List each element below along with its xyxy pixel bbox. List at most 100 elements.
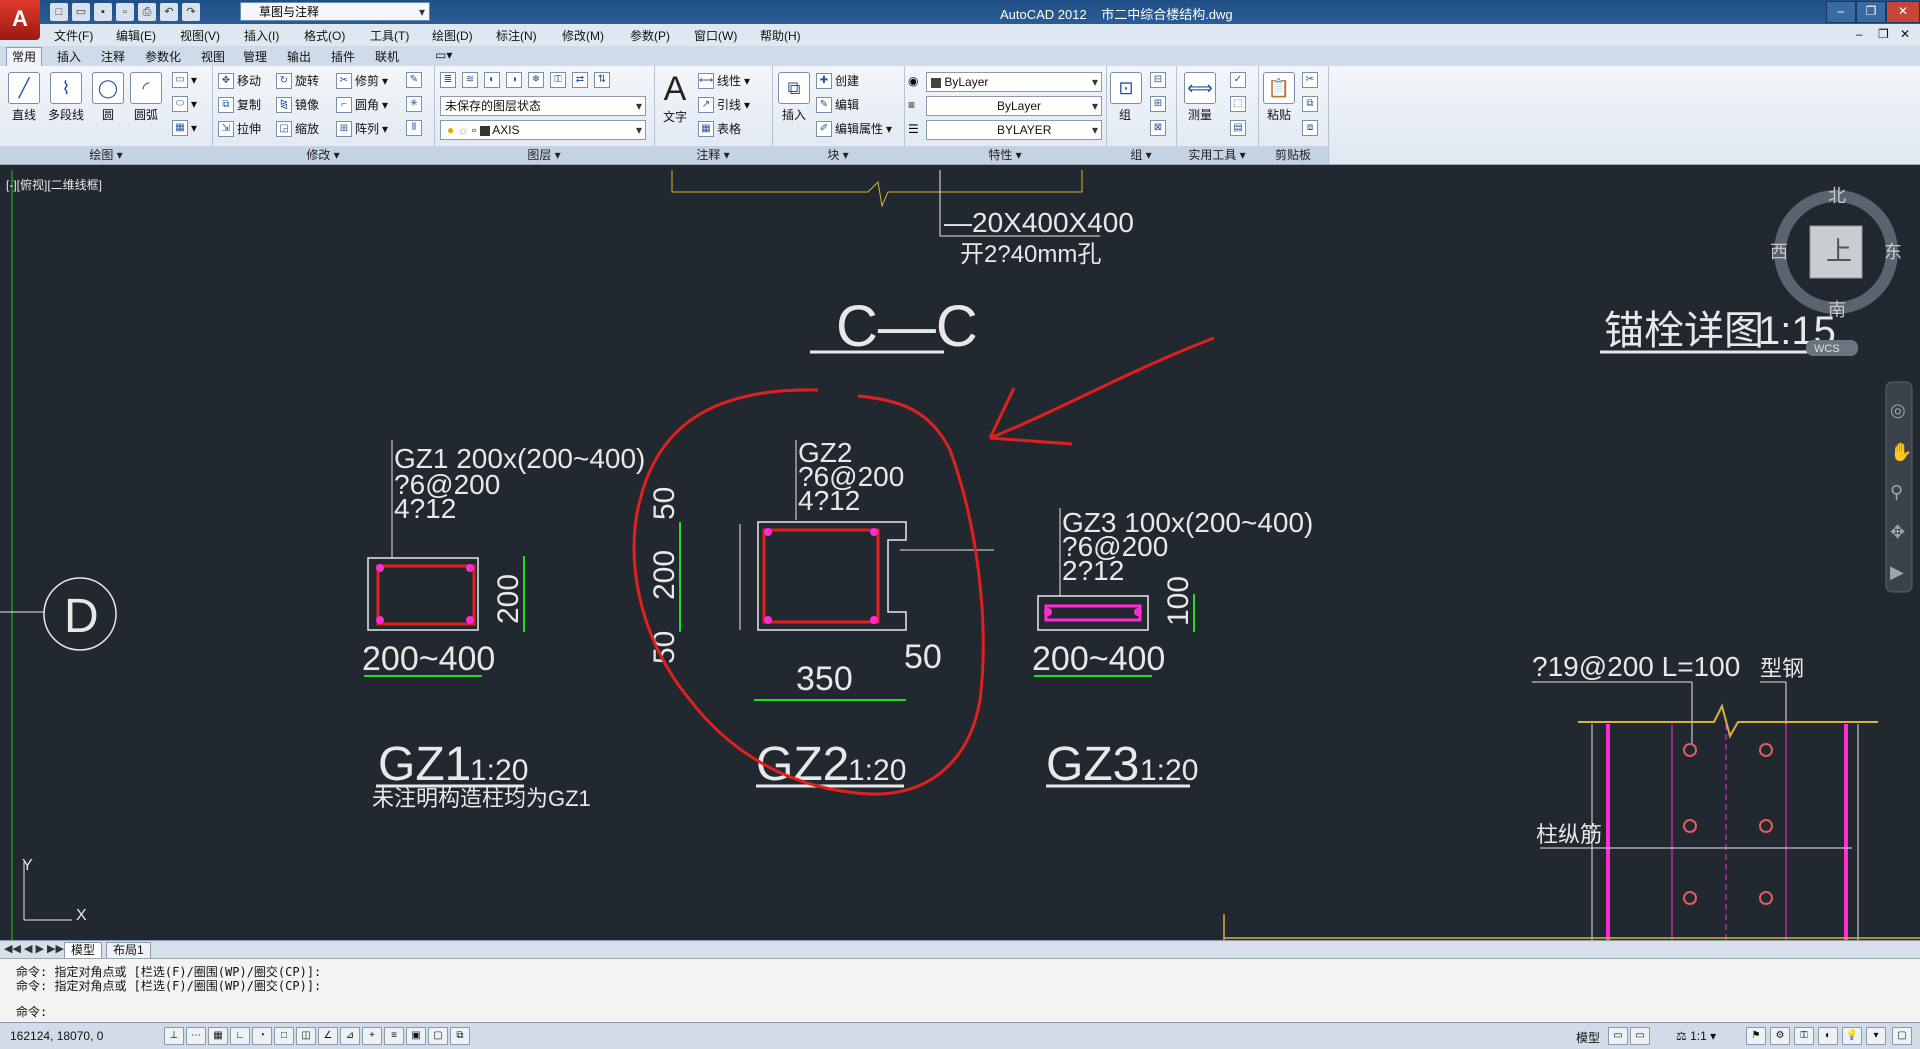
clean-screen-icon[interactable]: ▢ <box>1892 1027 1912 1045</box>
orbit-icon[interactable]: ✥ <box>1890 522 1905 542</box>
rotate-button[interactable]: ↻ 旋转 <box>276 72 319 89</box>
menu-insert[interactable]: 插入(I) <box>244 27 279 44</box>
erase-button[interactable]: ✎ <box>406 72 422 88</box>
showmotion-icon[interactable]: ▶ <box>1890 562 1904 582</box>
lineweight-select[interactable]: BYLAYER <box>926 120 1102 140</box>
group-button[interactable]: ⊡ 组 <box>1110 72 1142 123</box>
menu-tools[interactable]: 工具(T) <box>370 27 409 44</box>
tab-manage[interactable]: 管理 <box>238 48 272 65</box>
menu-view[interactable]: 视图(V) <box>180 27 220 44</box>
menu-file[interactable]: 文件(F) <box>54 27 93 44</box>
panel-draw-title[interactable]: 绘图 ▾ <box>0 146 212 164</box>
stretch-button[interactable]: ⇲ 拉伸 <box>218 120 261 137</box>
ribbon-toggle-icon[interactable]: ▭▾ <box>430 48 457 62</box>
menu-dimension[interactable]: 标注(N) <box>496 27 537 44</box>
3d-osnap-icon[interactable]: ◫ <box>296 1027 316 1045</box>
viewcube-east[interactable]: 东 <box>1884 242 1902 262</box>
viewport-controls[interactable]: [-][俯视][二维线框] <box>6 176 102 193</box>
tab-parametric[interactable]: 参数化 <box>140 48 186 65</box>
linear-dim-button[interactable]: ⟷ 线性 ▾ <box>698 72 750 89</box>
workspace-switching-icon[interactable]: ⚙ <box>1770 1027 1790 1045</box>
match-properties-icon[interactable]: ◉ <box>908 74 918 88</box>
maximize-button[interactable]: ❐ <box>1856 1 1886 23</box>
status-bar-menu-icon[interactable]: ▾ <box>1866 1027 1886 1045</box>
new-icon[interactable]: □ <box>50 3 68 21</box>
leader-button[interactable]: ↗ 引线 ▾ <box>698 96 750 113</box>
tab-plugins[interactable]: 插件 <box>326 48 360 65</box>
viewcube-north[interactable]: 北 <box>1828 186 1846 206</box>
hatch-button[interactable]: ▦ ▾ <box>172 120 197 136</box>
layer-state-select[interactable]: 未保存的图层状态 <box>440 96 646 116</box>
dynamic-input-icon[interactable]: + <box>362 1027 382 1045</box>
menu-format[interactable]: 格式(O) <box>304 27 345 44</box>
viewcube-west[interactable]: 西 <box>1770 242 1788 262</box>
viewcube-top-label[interactable]: 上 <box>1826 236 1852 266</box>
annotation-visibility-icon[interactable]: ⚑ <box>1746 1027 1766 1045</box>
panel-block-title[interactable]: 块 ▾ <box>772 146 904 164</box>
array-button[interactable]: ⊞ 阵列 ▾ <box>336 120 388 137</box>
object-snap-icon[interactable]: □ <box>274 1027 294 1045</box>
viewcube-wcs[interactable]: WCS <box>1814 343 1840 355</box>
create-block-button[interactable]: ✚ 创建 <box>816 72 859 89</box>
application-menu-button[interactable]: A <box>0 0 40 40</box>
layer-isolate-icon[interactable]: ◑ <box>506 72 522 88</box>
panel-annotation-title[interactable]: 注释 ▾ <box>654 146 772 164</box>
select-all-button[interactable]: ⬚ <box>1230 96 1246 112</box>
copy-clip-button[interactable]: ⧉ <box>1302 96 1318 112</box>
hardware-acceleration-icon[interactable]: ◐ <box>1818 1027 1838 1045</box>
steering-wheel-icon[interactable]: ◎ <box>1890 400 1906 420</box>
menu-parametric[interactable]: 参数(P) <box>630 27 670 44</box>
lineweight-toggle-icon[interactable]: ≡ <box>384 1027 404 1045</box>
doc-minimize-icon[interactable]: – <box>1856 27 1863 41</box>
undo-icon[interactable]: ↶ <box>160 3 178 21</box>
layer-walk-icon[interactable]: ⇅ <box>594 72 610 88</box>
model-space-label[interactable]: 模型 <box>1576 1029 1600 1046</box>
line-button[interactable]: ╱ 直线 <box>6 72 42 123</box>
annotation-scale[interactable]: ⚖ 1:1 ▾ <box>1676 1029 1716 1043</box>
cut-button[interactable]: ✂ <box>1302 72 1318 88</box>
copy-base-button[interactable]: ⧈ <box>1302 120 1318 136</box>
command-window[interactable]: 命令: 指定对角点或 [栏选(F)/圈围(WP)/圈交(CP)]: 命令: 指定… <box>0 958 1920 1023</box>
doc-restore-icon[interactable]: ❐ <box>1878 27 1889 41</box>
scale-button[interactable]: ◲ 缩放 <box>276 120 319 137</box>
tab-online[interactable]: 联机 <box>370 48 404 65</box>
panel-groups-title[interactable]: 组 ▾ <box>1106 146 1176 164</box>
viewcube-south[interactable]: 南 <box>1828 300 1846 320</box>
save-as-icon[interactable]: ▫ <box>116 3 134 21</box>
menu-help[interactable]: 帮助(H) <box>760 27 801 44</box>
tab-view[interactable]: 视图 <box>196 48 230 65</box>
panel-clipboard-title[interactable]: 剪贴板 <box>1258 146 1328 164</box>
drawing-canvas[interactable]: —20X400X400 开2?40mm孔 C—C 锚栓详图 1:15 D GZ1… <box>0 168 1920 940</box>
tab-home[interactable]: 常用 <box>6 47 43 66</box>
layer-freeze-icon[interactable]: ❄ <box>528 72 544 88</box>
tab-insert[interactable]: 插入 <box>52 48 86 65</box>
group-select-button[interactable]: ⊠ <box>1150 120 1166 136</box>
layer-lock-icon[interactable]: ⚿ <box>550 72 566 88</box>
ellipse-button[interactable]: ⬭ ▾ <box>172 96 197 112</box>
calculator-button[interactable]: ▤ <box>1230 120 1246 136</box>
move-button[interactable]: ✥ 移动 <box>218 72 261 89</box>
edit-block-button[interactable]: ✎ 编辑 <box>816 96 859 113</box>
open-icon[interactable]: ▭ <box>72 3 90 21</box>
snap-mode-icon[interactable]: ⋯ <box>186 1027 206 1045</box>
transparency-icon[interactable]: ▣ <box>406 1027 426 1045</box>
object-snap-tracking-icon[interactable]: ∠ <box>318 1027 338 1045</box>
close-button[interactable]: ✕ <box>1886 1 1920 23</box>
copy-button[interactable]: ⧉ 复制 <box>218 96 261 113</box>
paste-button[interactable]: 📋 粘贴 <box>1262 72 1296 123</box>
edit-attributes-button[interactable]: ✐ 编辑属性 ▾ <box>816 120 892 137</box>
command-input[interactable]: 命令: <box>16 1003 47 1020</box>
zoom-icon[interactable]: ⚲ <box>1890 482 1903 502</box>
layer-match-icon[interactable]: ⇄ <box>572 72 588 88</box>
explode-button[interactable]: ✳ <box>406 96 422 112</box>
tab-output[interactable]: 输出 <box>282 48 316 65</box>
layout-nav-icons[interactable]: ◀◀ ◀ ▶ ▶▶ <box>4 942 64 955</box>
layer-state-icon[interactable]: ≋ <box>462 72 478 88</box>
layer-properties-icon[interactable]: ≣ <box>440 72 456 88</box>
panel-modify-title[interactable]: 修改 ▾ <box>212 146 434 164</box>
panel-utilities-title[interactable]: 实用工具 ▾ <box>1176 146 1258 164</box>
print-icon[interactable]: ⎙ <box>138 3 156 21</box>
menu-edit[interactable]: 编辑(E) <box>116 27 156 44</box>
save-icon[interactable]: ▪ <box>94 3 112 21</box>
rectangle-button[interactable]: ▭ ▾ <box>172 72 197 88</box>
